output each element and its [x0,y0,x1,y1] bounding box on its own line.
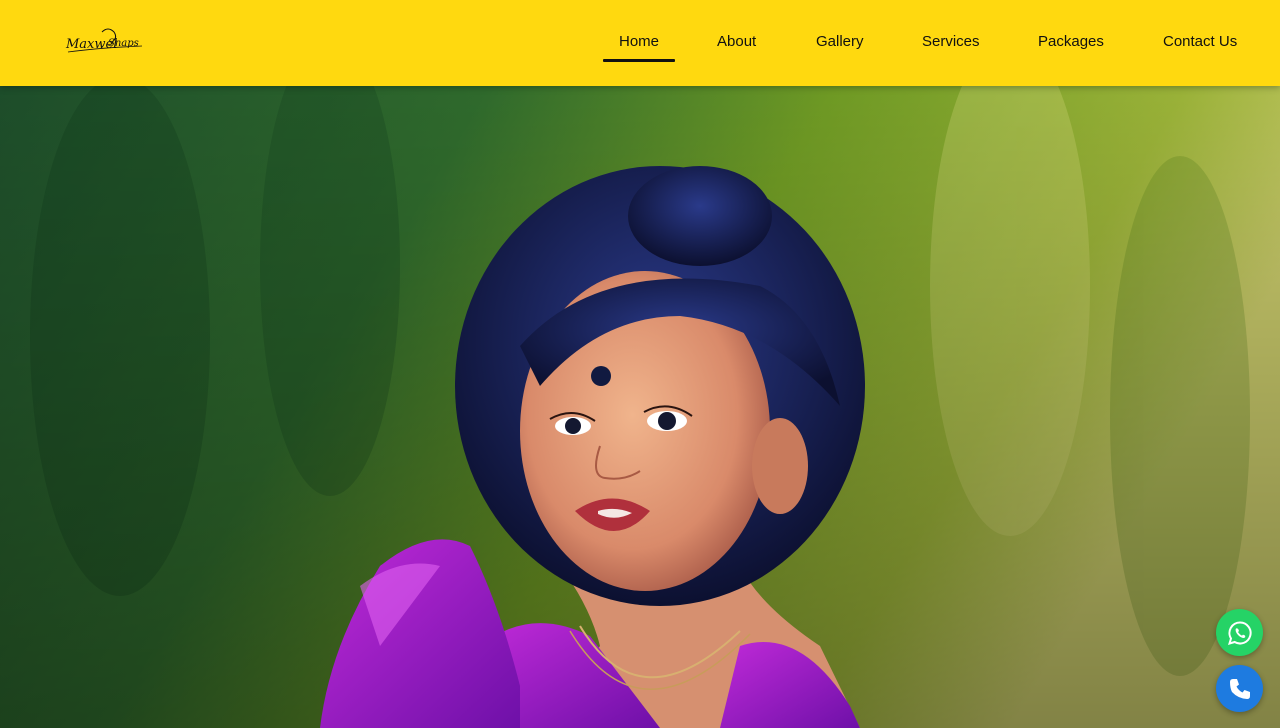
hero-portrait-image [0,86,1280,728]
nav-about[interactable]: About [717,33,756,50]
phone-icon [1229,678,1250,699]
nav-home[interactable]: Home [602,33,676,62]
nav-gallery[interactable]: Gallery [816,33,864,50]
whatsapp-button[interactable] [1216,609,1263,656]
nav-services[interactable]: Services [922,33,980,50]
hero-banner [0,86,1280,728]
site-header: Maxwel Snaps Home About Gallery Services… [0,0,1280,86]
signature-logo-icon: Maxwel Snaps [65,28,143,53]
nav-contact-us[interactable]: Contact Us [1163,33,1237,50]
whatsapp-icon [1227,620,1252,645]
brand-logo[interactable]: Maxwel Snaps [64,22,148,62]
nav-packages[interactable]: Packages [1038,33,1104,50]
phone-button[interactable] [1216,665,1263,712]
